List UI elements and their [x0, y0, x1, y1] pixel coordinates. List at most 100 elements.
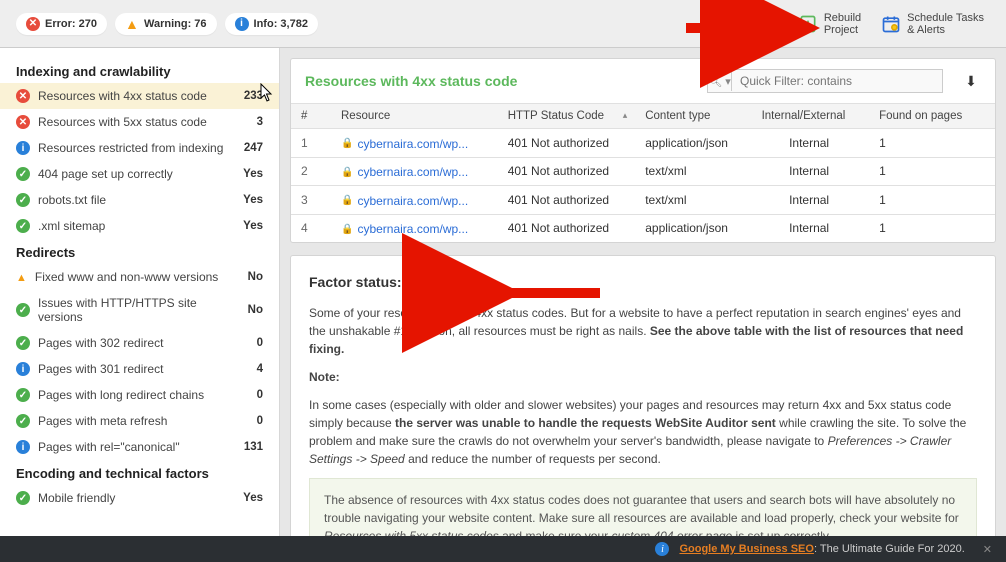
resource-link[interactable]: 🔒cybernaira.com/wp...	[341, 222, 468, 236]
content-area: Resources with 4xx status code 🔍︎ ▾ ⬇ # …	[280, 48, 1006, 536]
sidebar[interactable]: Indexing and crawlability ✕ Resources wi…	[0, 48, 280, 536]
cell-http: 401 Not authorized	[498, 186, 636, 215]
col-num[interactable]: #	[291, 104, 331, 129]
lock-icon: 🔒	[341, 224, 353, 235]
cell-found: 1	[869, 157, 995, 186]
sidebar-item-robots[interactable]: ✓ robots.txt file Yes	[0, 187, 279, 213]
section-title-encoding: Encoding and technical factors	[0, 460, 279, 485]
top-toolbar: ✕ Error: 270 ▲ Warning: 76 i Info: 3,782…	[0, 0, 1006, 48]
cell-intext: Internal	[752, 129, 870, 158]
cell-found: 1	[869, 186, 995, 215]
sidebar-item-canonical[interactable]: i Pages with rel="canonical" 131	[0, 434, 279, 460]
table-row[interactable]: 1 🔒cybernaira.com/wp... 401 Not authorized…	[291, 129, 995, 158]
cell-resource: 🔒cybernaira.com/wp...	[331, 214, 498, 242]
info-icon: i	[235, 17, 249, 31]
info-count-label: Info: 3,782	[254, 18, 308, 30]
resource-link[interactable]: 🔒cybernaira.com/wp...	[341, 194, 468, 208]
note-body: In some cases (especially with older and…	[309, 396, 977, 468]
ok-icon: ✓	[16, 336, 30, 350]
quick-filter[interactable]: 🔍︎ ▾	[707, 69, 943, 93]
cell-found: 1	[869, 129, 995, 158]
table-row[interactable]: 3 🔒cybernaira.com/wp... 401 Not authorized…	[291, 186, 995, 215]
section-title-redirects: Redirects	[0, 239, 279, 264]
section-title-indexing: Indexing and crawlability	[0, 58, 279, 83]
sidebar-item-https[interactable]: ✓ Issues with HTTP/HTTPS site versions N…	[0, 290, 279, 330]
sidebar-item-404[interactable]: ✓ 404 page set up correctly Yes	[0, 161, 279, 187]
sidebar-section-indexing: Indexing and crawlability ✕ Resources wi…	[0, 58, 279, 239]
filter-input[interactable]	[732, 70, 942, 92]
schedule-label: Schedule Tasks & Alerts	[907, 12, 984, 36]
ok-icon: ✓	[16, 167, 30, 181]
sidebar-item-long-chains[interactable]: ✓ Pages with long redirect chains 0	[0, 382, 279, 408]
ok-icon: ✓	[16, 303, 30, 317]
warning-icon: ▲	[125, 17, 139, 31]
panel-title: Resources with 4xx status code	[305, 73, 517, 89]
info-icon: i	[16, 362, 30, 376]
table-row[interactable]: 2 🔒cybernaira.com/wp... 401 Not authorized…	[291, 157, 995, 186]
error-icon: ✕	[16, 115, 30, 129]
cell-num: 1	[291, 129, 331, 158]
sidebar-item-301[interactable]: i Pages with 301 redirect 4	[0, 356, 279, 382]
cell-resource: 🔒cybernaira.com/wp...	[331, 157, 498, 186]
close-icon[interactable]: ✕	[983, 543, 992, 556]
sidebar-item-www[interactable]: Fixed www and non-www versions No	[0, 264, 279, 290]
cell-intext: Internal	[752, 186, 870, 215]
lock-icon: 🔒	[341, 195, 353, 206]
sidebar-section-encoding: Encoding and technical factors ✓ Mobile …	[0, 460, 279, 511]
col-http[interactable]: HTTP Status Code	[498, 104, 636, 129]
col-found[interactable]: Found on pages	[869, 104, 995, 129]
cell-http: 401 Not authorized	[498, 157, 636, 186]
rebuild-project-button[interactable]: Rebuild Project	[792, 8, 867, 40]
cell-found: 1	[869, 214, 995, 242]
factor-intro: Some of your resources return 4xx status…	[309, 304, 977, 358]
lock-icon: 🔒	[341, 167, 353, 178]
sidebar-item-sitemap[interactable]: ✓ .xml sitemap Yes	[0, 213, 279, 239]
sidebar-item-302[interactable]: ✓ Pages with 302 redirect 0	[0, 330, 279, 356]
sidebar-item-5xx[interactable]: ✕ Resources with 5xx status code 3	[0, 109, 279, 135]
info-count-pill[interactable]: i Info: 3,782	[225, 13, 318, 35]
error-count-label: Error: 270	[45, 18, 97, 30]
calendar-icon	[881, 14, 901, 34]
green-notebox: The absence of resources with 4xx status…	[309, 478, 977, 536]
cell-resource: 🔒cybernaira.com/wp...	[331, 129, 498, 158]
factor-status-panel: Factor status: Error ⟳ Some of your reso…	[290, 255, 996, 536]
footer-link[interactable]: Google My Business SEO	[679, 543, 813, 555]
table-row[interactable]: 4🔒cybernaira.com/wp...401 Not authorized…	[291, 214, 995, 242]
cell-intext: Internal	[752, 214, 870, 242]
resource-link[interactable]: 🔒cybernaira.com/wp...	[341, 137, 468, 151]
col-resource[interactable]: Resource	[331, 104, 498, 129]
col-content[interactable]: Content type	[635, 104, 751, 129]
search-icon[interactable]: 🔍︎ ▾	[708, 72, 732, 91]
info-icon: i	[16, 141, 30, 155]
schedule-tasks-button[interactable]: Schedule Tasks & Alerts	[875, 8, 990, 40]
warning-count-pill[interactable]: ▲ Warning: 76	[115, 13, 217, 35]
resources-table: # Resource HTTP Status Code Content type…	[291, 103, 995, 242]
factor-status-label: Factor status:	[309, 272, 402, 293]
ok-icon: ✓	[16, 193, 30, 207]
sidebar-section-redirects: Redirects Fixed www and non-www versions…	[0, 239, 279, 460]
status-badge: Error	[412, 270, 465, 294]
note-heading: Note:	[309, 370, 340, 384]
footer-text: Google My Business SEO: The Ultimate Gui…	[679, 543, 964, 555]
cell-http: 401 Not authorized	[498, 129, 636, 158]
cell-num: 3	[291, 186, 331, 215]
cell-content: text/xml	[635, 157, 751, 186]
rebuild-label: Rebuild Project	[824, 12, 861, 36]
refresh-icon[interactable]: ⟳	[475, 272, 487, 293]
lock-icon: 🔒	[341, 138, 353, 149]
sidebar-item-mobile[interactable]: ✓ Mobile friendly Yes	[0, 485, 279, 511]
sidebar-item-restricted[interactable]: i Resources restricted from indexing 247	[0, 135, 279, 161]
cell-http: 401 Not authorized	[498, 214, 636, 242]
cell-num: 2	[291, 157, 331, 186]
error-icon: ✕	[16, 89, 30, 103]
footer-bar: i Google My Business SEO: The Ultimate G…	[0, 536, 1006, 562]
rebuild-icon	[798, 14, 818, 34]
col-intext[interactable]: Internal/External	[752, 104, 870, 129]
sidebar-item-meta-refresh[interactable]: ✓ Pages with meta refresh 0	[0, 408, 279, 434]
warning-count-label: Warning: 76	[144, 18, 207, 30]
download-icon[interactable]: ⬇	[961, 73, 981, 90]
resource-link[interactable]: 🔒cybernaira.com/wp...	[341, 165, 468, 179]
error-count-pill[interactable]: ✕ Error: 270	[16, 13, 107, 35]
ok-icon: ✓	[16, 491, 30, 505]
sidebar-item-4xx[interactable]: ✕ Resources with 4xx status code 233	[0, 83, 279, 109]
